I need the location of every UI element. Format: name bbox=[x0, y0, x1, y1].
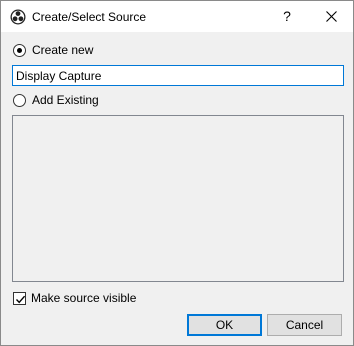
create-select-source-dialog: Create/Select Source ? Create new Add Ex… bbox=[0, 0, 354, 346]
dialog-title: Create/Select Source bbox=[32, 10, 147, 24]
close-button[interactable] bbox=[311, 1, 353, 32]
create-new-label: Create new bbox=[32, 43, 94, 57]
existing-sources-list[interactable] bbox=[12, 115, 344, 282]
cancel-button[interactable]: Cancel bbox=[267, 314, 342, 336]
obs-logo-icon bbox=[10, 9, 26, 25]
make-visible-label: Make source visible bbox=[31, 291, 137, 305]
create-new-radio[interactable] bbox=[13, 43, 26, 57]
make-visible-option[interactable]: Make source visible bbox=[13, 290, 136, 306]
help-button[interactable]: ? bbox=[270, 1, 304, 32]
add-existing-radio[interactable] bbox=[13, 93, 26, 107]
close-icon bbox=[326, 11, 337, 22]
source-name-input[interactable] bbox=[12, 65, 344, 86]
checkmark-icon bbox=[15, 295, 26, 303]
ok-button[interactable]: OK bbox=[187, 314, 262, 336]
add-existing-label: Add Existing bbox=[32, 93, 99, 107]
title-bar[interactable]: Create/Select Source ? bbox=[1, 1, 353, 32]
add-existing-option[interactable]: Add Existing bbox=[13, 92, 99, 108]
create-new-option[interactable]: Create new bbox=[13, 42, 93, 58]
make-visible-checkbox[interactable] bbox=[13, 291, 26, 305]
